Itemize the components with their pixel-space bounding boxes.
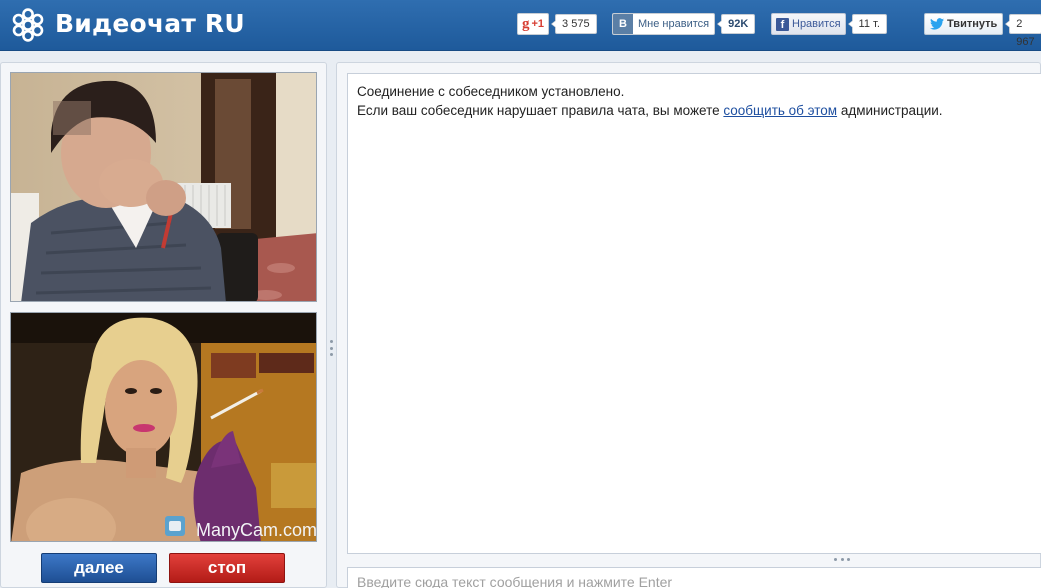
facebook-like-count: 11 т. (847, 14, 887, 34)
vk-like-count: 92K (717, 14, 756, 34)
site-header: Видеочат RU g +1 3 575 B Мне нравится 92… (0, 0, 1041, 51)
horizontal-splitter-grip[interactable] (834, 558, 850, 562)
chat-log: Соединение с собеседником установлено. Е… (347, 73, 1041, 554)
vk-like-label: Мне нравится (638, 18, 710, 30)
tweet-button[interactable]: Твитнуть (924, 13, 1004, 35)
local-video-frame: ManyCam.com (11, 313, 317, 541)
twitter-bird-icon (930, 18, 944, 30)
google-icon: g (522, 15, 530, 32)
system-message-connected: Соединение с собеседником установлено. (357, 84, 625, 99)
vertical-splitter-grip[interactable] (329, 340, 333, 356)
tweet-label: Твитнуть (947, 18, 998, 30)
rules-text-before: Если ваш собеседник нарушает правила чат… (357, 103, 724, 118)
gplus-label: +1 (531, 18, 545, 30)
gplus-button[interactable]: g +1 (517, 13, 550, 35)
twitter-widget: Твитнуть 2 967 (924, 13, 1041, 48)
facebook-like-button[interactable]: f Нравится (771, 13, 846, 35)
stop-button[interactable]: стоп (169, 553, 285, 583)
system-message-rules: Если ваш собеседник нарушает правила чат… (357, 101, 1033, 120)
local-video: ManyCam.com (10, 312, 317, 542)
report-link[interactable]: сообщить об этом (723, 103, 837, 118)
vk-widget: B Мне нравится 92K (612, 13, 756, 35)
message-input[interactable] (347, 567, 1041, 588)
video-panel: ManyCam.com далее стоп (0, 62, 327, 588)
vk-like-button[interactable]: B Мне нравится (612, 13, 716, 35)
remote-video (10, 72, 317, 302)
vk-icon: B (613, 14, 633, 34)
chat-panel: Соединение с собеседником установлено. Е… (336, 62, 1041, 588)
remote-video-frame (11, 73, 316, 301)
gplus-widget: g +1 3 575 (517, 13, 597, 35)
facebook-like-label: Нравится (792, 18, 841, 30)
flower-logo-icon[interactable] (10, 7, 46, 43)
next-button[interactable]: далее (41, 553, 157, 583)
tweet-count: 2 967 (1005, 14, 1041, 48)
facebook-widget: f Нравится 11 т. (771, 13, 887, 35)
facebook-icon: f (776, 17, 789, 31)
manycam-watermark-text: ManyCam.com (196, 520, 317, 540)
rules-text-after: администрации. (837, 103, 943, 118)
gplus-count: 3 575 (551, 14, 597, 34)
site-title[interactable]: Видеочат RU (55, 9, 245, 38)
